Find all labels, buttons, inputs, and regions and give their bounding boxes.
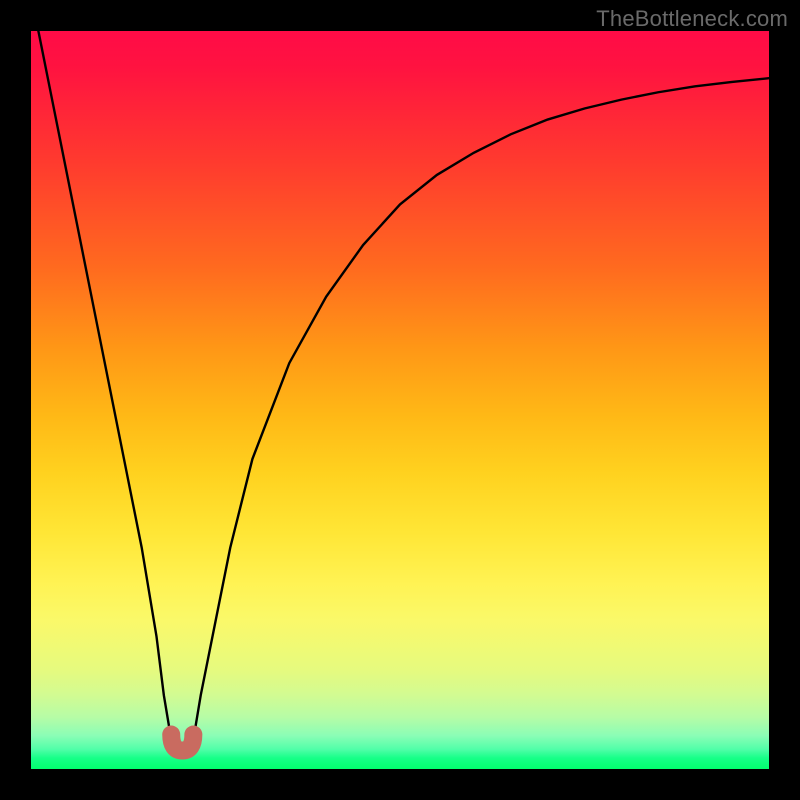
valley-marker-icon: [171, 735, 193, 751]
curve-svg: [31, 31, 769, 769]
bottleneck-curve: [38, 31, 769, 754]
plot-area: [31, 31, 769, 769]
chart-stage: TheBottleneck.com: [0, 0, 800, 800]
watermark-label: TheBottleneck.com: [596, 6, 788, 32]
